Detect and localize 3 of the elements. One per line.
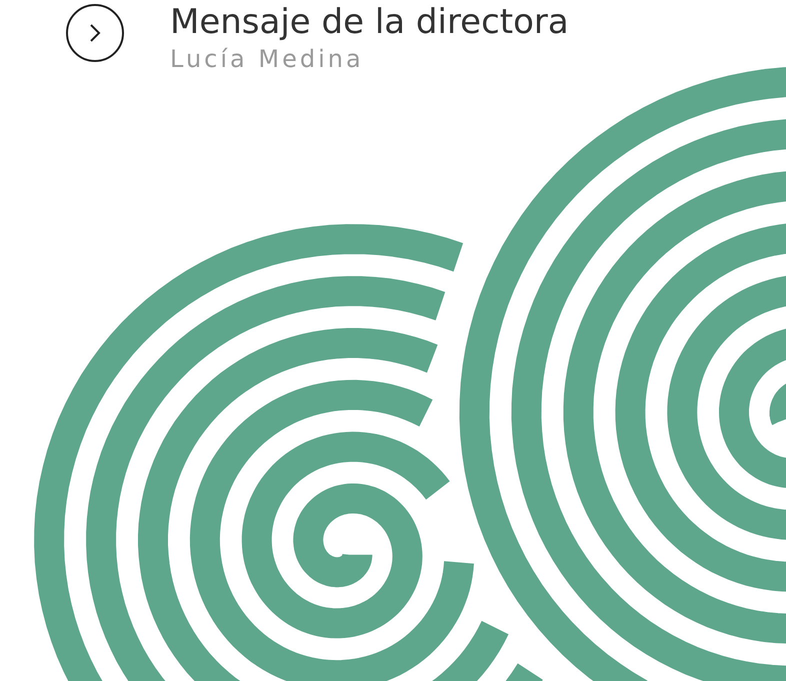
article-title: Mensaje de la directora xyxy=(170,4,569,42)
author-name: Lucía Medina xyxy=(170,45,365,74)
chevron-right-icon xyxy=(88,22,102,44)
